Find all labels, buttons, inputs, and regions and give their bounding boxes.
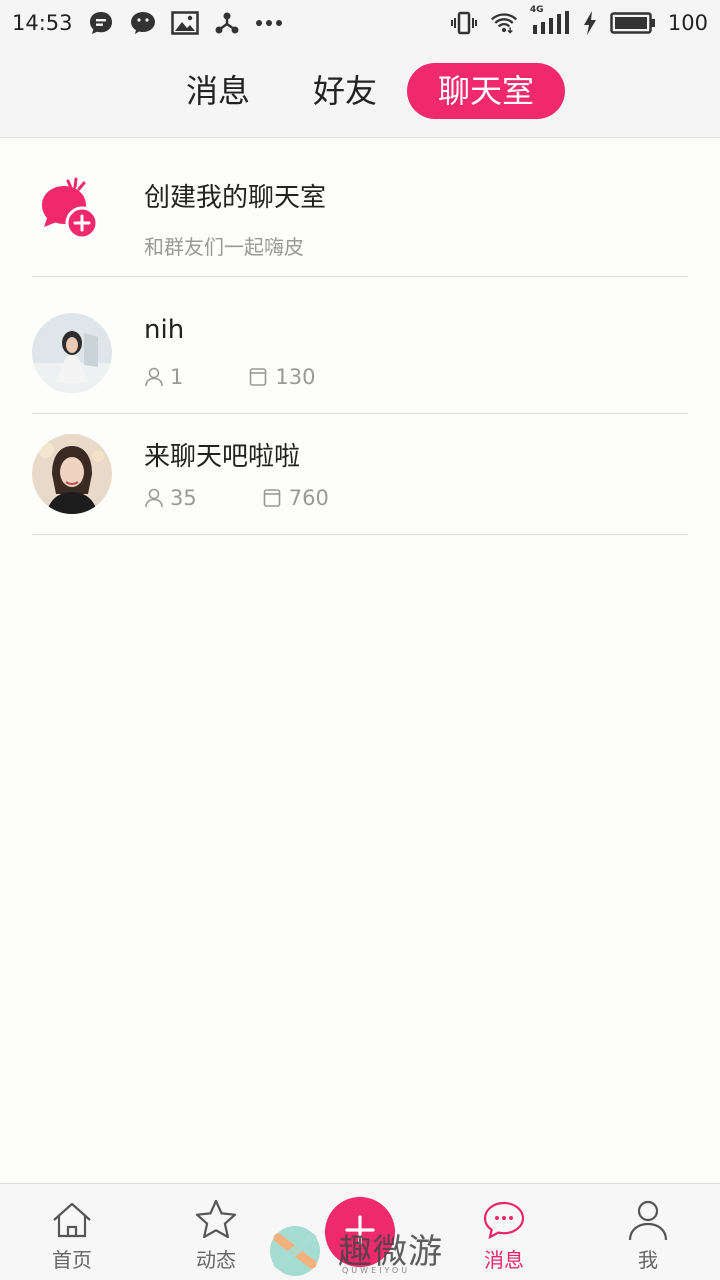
- charging-icon: [582, 9, 598, 37]
- vibrate-icon: [450, 9, 478, 37]
- top-tab-bar: 消息 好友 聊天室: [0, 46, 720, 138]
- create-room-subtitle: 和群友们一起嗨皮: [144, 235, 304, 259]
- nav-label: 动态: [196, 1248, 236, 1272]
- nav-label: 消息: [484, 1248, 524, 1272]
- signal-4g-icon: 4G: [530, 5, 570, 37]
- message-count: 130: [249, 365, 315, 389]
- watermark-subtext: QUWEIYOU: [342, 1266, 411, 1275]
- wechat-icon: [129, 9, 157, 37]
- notification-icons: [87, 9, 283, 37]
- system-status-icons: 4G 100: [450, 5, 708, 37]
- create-chat-icon: [32, 175, 104, 247]
- battery-percentage: 100: [667, 11, 708, 35]
- message-count-value: 130: [275, 365, 316, 389]
- tab-messages[interactable]: 消息: [170, 63, 266, 119]
- person-icon: [144, 488, 164, 508]
- member-count: 35: [144, 486, 197, 510]
- message-icon: [482, 1198, 526, 1242]
- star-icon: [194, 1198, 238, 1242]
- chat-bubble-icon: [87, 9, 115, 37]
- tab-friends[interactable]: 好友: [297, 63, 393, 119]
- room-stats: 35 760: [144, 486, 329, 510]
- watermark: 趣微游 QUWEIYOU: [268, 1222, 458, 1278]
- wifi-icon: [490, 9, 518, 37]
- message-count: 760: [263, 486, 329, 510]
- member-count: 1: [144, 365, 183, 389]
- user-icon: [626, 1198, 670, 1242]
- room-avatar: [32, 313, 112, 393]
- more-dots-icon: [255, 9, 283, 37]
- chatroom-list-item[interactable]: nih 1 130: [32, 277, 688, 414]
- nav-label: 首页: [52, 1248, 92, 1272]
- member-count-value: 1: [170, 365, 184, 389]
- cylinder-icon: [249, 367, 269, 387]
- room-name: 来聊天吧啦啦: [144, 442, 301, 472]
- room-name: nih: [144, 315, 185, 345]
- home-icon: [50, 1198, 94, 1242]
- nav-dynamic[interactable]: 动态: [171, 1198, 261, 1273]
- share-icon: [213, 9, 241, 37]
- nav-me[interactable]: 我: [603, 1198, 693, 1273]
- person-icon: [144, 367, 164, 387]
- member-count-value: 35: [170, 486, 197, 510]
- message-count-value: 760: [288, 486, 329, 510]
- create-chatroom-row[interactable]: 创建我的聊天室 和群友们一起嗨皮: [32, 139, 688, 277]
- image-icon: [170, 9, 199, 37]
- room-avatar: [32, 434, 112, 514]
- battery-icon: [610, 9, 656, 37]
- nav-home[interactable]: 首页: [27, 1198, 117, 1273]
- tab-chatroom[interactable]: 聊天室: [407, 63, 565, 119]
- watermark-logo-icon: [268, 1224, 322, 1280]
- network-label: 4G: [529, 5, 544, 15]
- cylinder-icon: [263, 488, 283, 508]
- chatroom-list-item[interactable]: 来聊天吧啦啦 35 760: [32, 414, 688, 535]
- status-time: 14:53: [12, 11, 73, 35]
- nav-messages[interactable]: 消息: [459, 1198, 549, 1273]
- status-bar: 14:53 4G 100: [0, 0, 720, 46]
- room-stats: 1 130: [144, 365, 315, 389]
- create-room-title: 创建我的聊天室: [144, 183, 327, 213]
- nav-label: 我: [638, 1248, 658, 1272]
